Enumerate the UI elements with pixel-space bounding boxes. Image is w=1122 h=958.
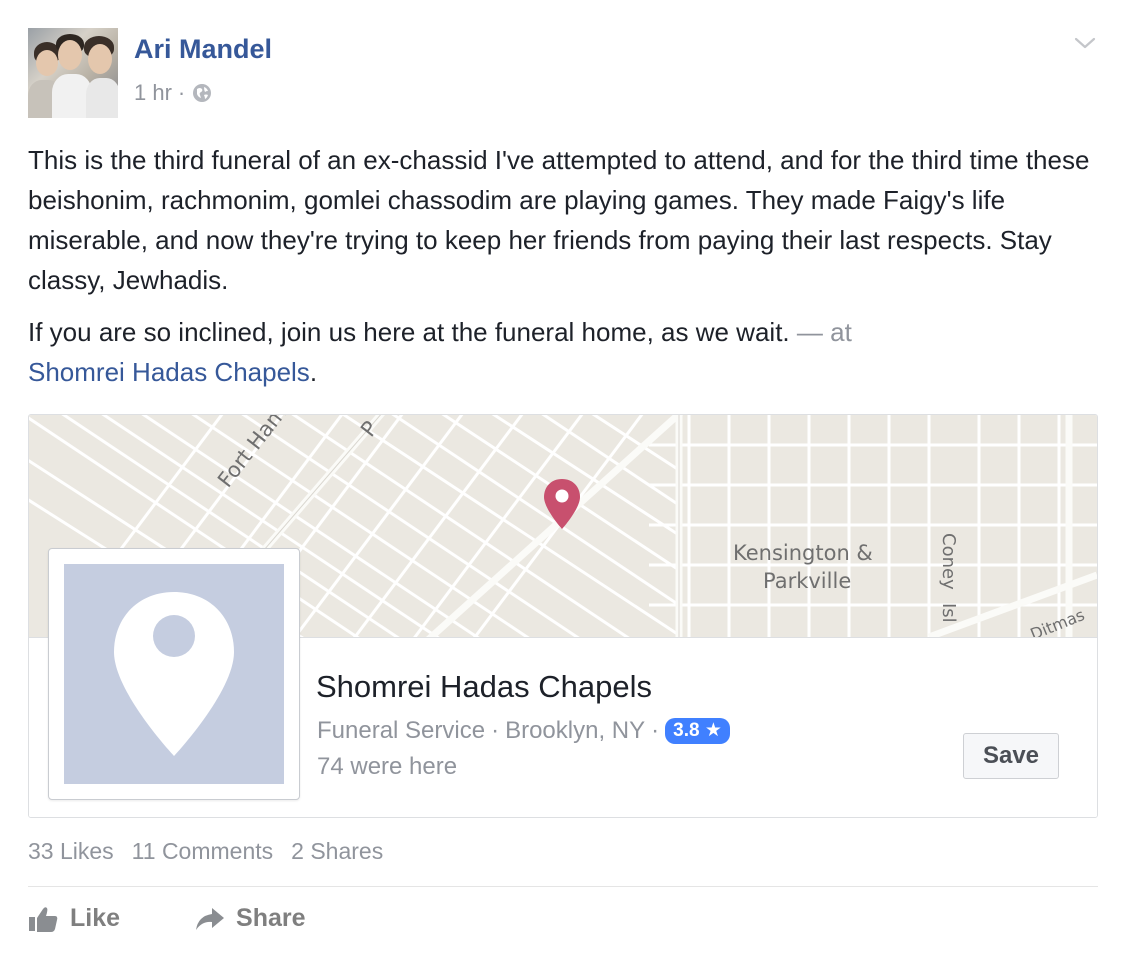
- divider: [28, 886, 1098, 887]
- map-label-kensington: Kensington &: [733, 541, 873, 565]
- chevron-down-icon[interactable]: [1072, 30, 1098, 56]
- at-text: — at: [789, 317, 852, 347]
- comments-count[interactable]: 11 Comments: [132, 838, 273, 865]
- share-label: Share: [236, 904, 306, 932]
- paragraph-end: .: [309, 357, 318, 387]
- post-actions: Like Share: [28, 904, 306, 933]
- shares-count[interactable]: 2 Shares: [291, 838, 383, 865]
- rating-badge: 3.8 ★: [665, 718, 730, 744]
- like-label: Like: [70, 904, 121, 932]
- map-label-coney-island: Isl: [938, 603, 959, 623]
- place-link[interactable]: Shomrei Hadas Chapels: [28, 357, 310, 387]
- share-button[interactable]: Share: [194, 904, 306, 933]
- author-name[interactable]: Ari Mandel: [134, 34, 272, 65]
- thumbs-up-icon: [29, 906, 58, 932]
- place-card[interactable]: Fort Hamilton P Kensington & Parkville C…: [28, 414, 1098, 818]
- place-location: Brooklyn, NY: [505, 717, 646, 744]
- avatar[interactable]: [28, 28, 118, 118]
- likes-count[interactable]: 33 Likes: [28, 838, 114, 865]
- place-thumbnail[interactable]: [48, 548, 300, 800]
- post-paragraph-2: If you are so inclined, join us here at …: [28, 312, 1098, 392]
- post-time[interactable]: 1 hr: [134, 80, 172, 106]
- post-meta: 1 hr ·: [134, 80, 213, 106]
- save-button[interactable]: Save: [963, 733, 1059, 779]
- post-body: This is the third funeral of an ex-chass…: [28, 140, 1098, 404]
- post-stats: 33 Likes 11 Comments 2 Shares: [28, 838, 383, 865]
- meta-separator: ·: [177, 80, 186, 105]
- place-details: Funeral Service · Brooklyn, NY · 3.8 ★: [317, 717, 730, 745]
- facebook-post: Ari Mandel 1 hr · This is the third fune…: [0, 0, 1122, 958]
- map-label-coney: Coney: [938, 533, 959, 590]
- map-pin-icon: [542, 477, 582, 531]
- place-category: Funeral Service: [317, 717, 486, 744]
- place-name[interactable]: Shomrei Hadas Chapels: [316, 669, 652, 705]
- post-paragraph-1: This is the third funeral of an ex-chass…: [28, 145, 1090, 295]
- paragraph-text: If you are so inclined, join us here at …: [28, 317, 790, 347]
- location-pin-icon: [114, 592, 234, 756]
- globe-icon[interactable]: [191, 82, 213, 104]
- map-label-parkville: Parkville: [763, 569, 852, 593]
- share-arrow-icon: [196, 907, 225, 930]
- like-button[interactable]: Like: [28, 904, 120, 933]
- place-checkins: 74 were here: [317, 753, 458, 780]
